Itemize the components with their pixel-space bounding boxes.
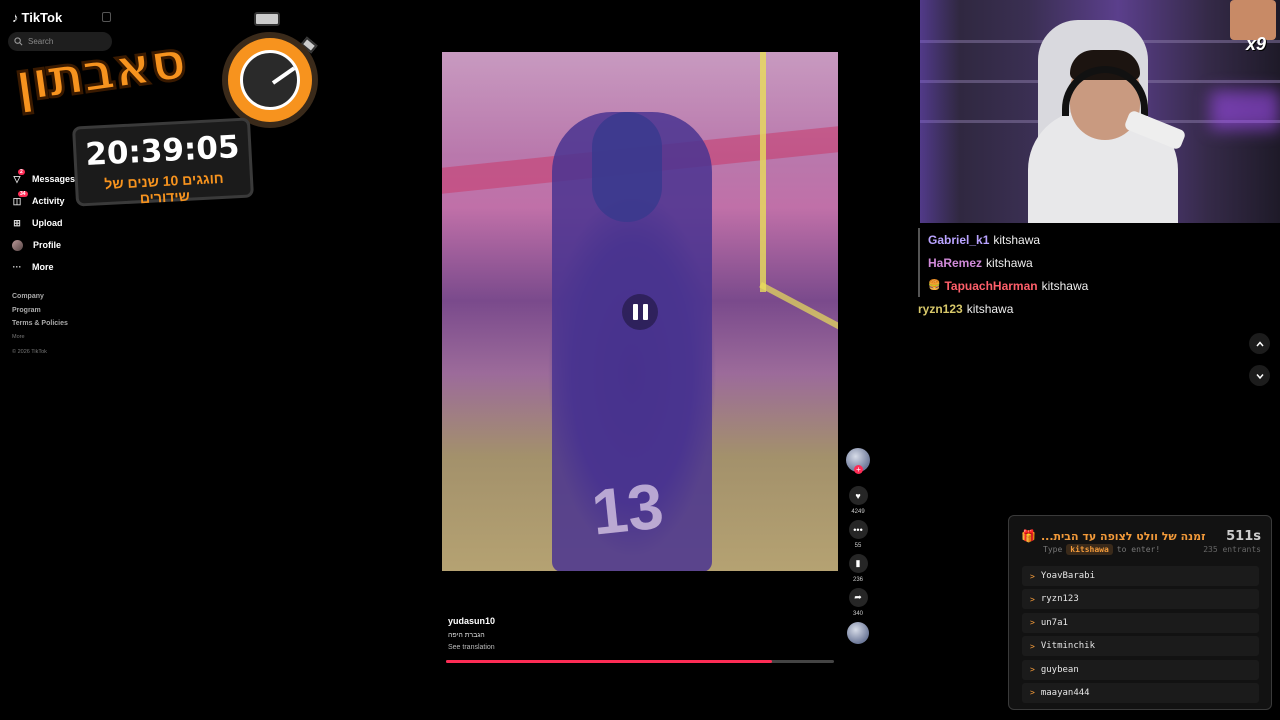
subathon-overlay: סאבתון 20:39:05 חוגגים 10 שנים של שידורי… [9,10,322,210]
chat-message-text: kitshawa [986,255,1033,270]
giveaway-entry-name: guybean [1040,664,1079,675]
giveaway-type-label: Type [1043,545,1063,554]
footer-link-terms[interactable]: Terms & Policies [12,320,68,334]
chevron-right-icon: > [1030,618,1035,628]
copyright: © 2026 TikTok [12,348,47,355]
giveaway-entry-name: un7a1 [1040,617,1068,628]
like-button[interactable]: ♥ [848,486,868,505]
chat-username[interactable]: Gabriel_k1 [928,233,989,247]
giveaway-timer: 511s [1226,528,1261,544]
giveaway-entry: > maayan444 [1022,682,1259,703]
ellipsis-icon: ··· [12,262,22,272]
subathon-timer-box: 20:39:05 חוגגים 10 שנים של שידורים [72,117,254,207]
chat-message: ryzn123 kitshawa [918,297,1088,320]
share-button[interactable]: ➦ [848,588,868,607]
comment-count: 55 [854,543,862,549]
giveaway-enter-label: to enter! [1116,545,1161,554]
chat-message-text: kitshawa [966,301,1014,316]
chat-message: 🍔 TapuachHarman kitshawa [918,274,1088,297]
chat-list: Gabriel_k1 kitshawa HaRemez kitshawa 🍔 Tapuac… [918,228,1088,320]
chat-username[interactable]: HaRemez [928,256,982,270]
heart-icon: ♥ [855,490,861,501]
chevron-down-icon [1255,373,1264,379]
subathon-timer: 20:39:05 [84,129,241,174]
giveaway-entry: > Vitminchik [1022,636,1259,657]
comment-icon: ••• [853,524,863,535]
giveaway-entry-name: maayan444 [1040,687,1090,698]
video-username[interactable]: yudasun10 [448,616,495,626]
giveaway-entry-name: Vitminchik [1040,641,1096,652]
bookmark-icon: ▮ [855,558,861,568]
sidebar-item-label: More [32,262,54,272]
chat-username[interactable]: TapuachHarman [944,279,1037,293]
giveaway-panel: 🎁 זמנה של וולט לצופה עד הבית... 511s Typ… [1008,515,1272,710]
chevron-right-icon: > [1030,641,1035,651]
chat-badge-icon: 🍔 [928,280,941,291]
save-button[interactable]: ▮ [848,554,868,573]
giveaway-entry-name: ryzn123 [1040,594,1079,605]
like-count: 4249 [851,509,865,515]
video-caption: הגברת היפה [448,632,485,639]
comment-button[interactable]: ••• [848,520,868,539]
save-count: 236 [852,577,863,583]
footer-link-company[interactable]: Company [12,293,68,307]
see-translation-link[interactable]: See translation [448,644,495,651]
video-actions: + ♥ 4249 ••• 55 ▮ 236 ➦ 340 [845,448,871,644]
giveaway-title: זמנה של וולט לצופה עד הבית... [1041,529,1206,543]
chevron-right-icon: > [1030,594,1035,604]
webcam-badge: x9 [1245,34,1266,54]
giveaway-entrants: 235 entrants [1203,545,1261,554]
sidebar-item-profile[interactable]: Profile [12,234,75,256]
chat-message-text: kitshawa [1041,278,1089,293]
share-arrow-icon: ➦ [854,592,862,602]
video-meta: yudasun10 הגברת היפה See translation [448,616,495,651]
scroll-up-button[interactable] [1249,333,1270,354]
chat-username[interactable]: ryzn123 [918,302,963,316]
sidebar-footer: Company Program Terms & Policies More © … [12,293,68,364]
pause-icon [632,304,638,320]
footer-link-more[interactable]: More [12,334,68,349]
video-progress-bar[interactable] [446,660,834,663]
chat-message: HaRemez kitshawa [918,251,1088,274]
stopwatch-crown [254,12,280,26]
sidebar-item-label: Profile [33,240,62,250]
gift-icon: 🎁 [1021,529,1036,543]
subathon-caption: חוגגים 10 שנים של שידורים [103,169,225,207]
giveaway-entry: > guybean [1022,659,1259,680]
plus-square-icon: ⊞ [13,217,21,228]
webcam-feed: x9 [920,0,1280,223]
chat-message: Gabriel_k1 kitshawa [918,228,1088,251]
creator-avatar[interactable]: + [846,448,870,474]
chevron-right-icon: > [1030,665,1035,675]
giveaway-entry: > ryzn123 [1022,589,1259,610]
music-disc-avatar[interactable] [847,622,869,644]
chevron-right-icon: > [1030,571,1035,581]
chevron-right-icon: > [1030,688,1035,698]
chevron-up-icon [1255,340,1264,346]
giveaway-entry: > YoavBarabi [1022,566,1259,586]
pause-button[interactable] [622,294,658,330]
stopwatch-icon [222,32,318,128]
scroll-down-button[interactable] [1249,365,1270,386]
giveaway-keyword: kitshawa [1066,544,1113,555]
video-progress-fill [446,660,772,663]
sidebar-item-upload[interactable]: ⊞ Upload [12,212,75,234]
giveaway-entry-name: YoavBarabi [1040,571,1096,581]
giveaway-entry-list: > YoavBarabi > ryzn123 > un7a1 > Vitminchik > guy… [1022,566,1259,706]
chat-message-text: kitshawa [993,232,1041,247]
avatar [12,239,23,251]
subathon-title: סאבתון [9,27,190,116]
share-count: 340 [852,611,863,617]
follow-plus-icon[interactable]: + [854,465,863,474]
sidebar-item-more[interactable]: ··· More [12,256,75,278]
sidebar-item-label: Upload [32,218,63,228]
footer-link-program[interactable]: Program [12,307,68,321]
giveaway-entry: > un7a1 [1022,612,1259,633]
